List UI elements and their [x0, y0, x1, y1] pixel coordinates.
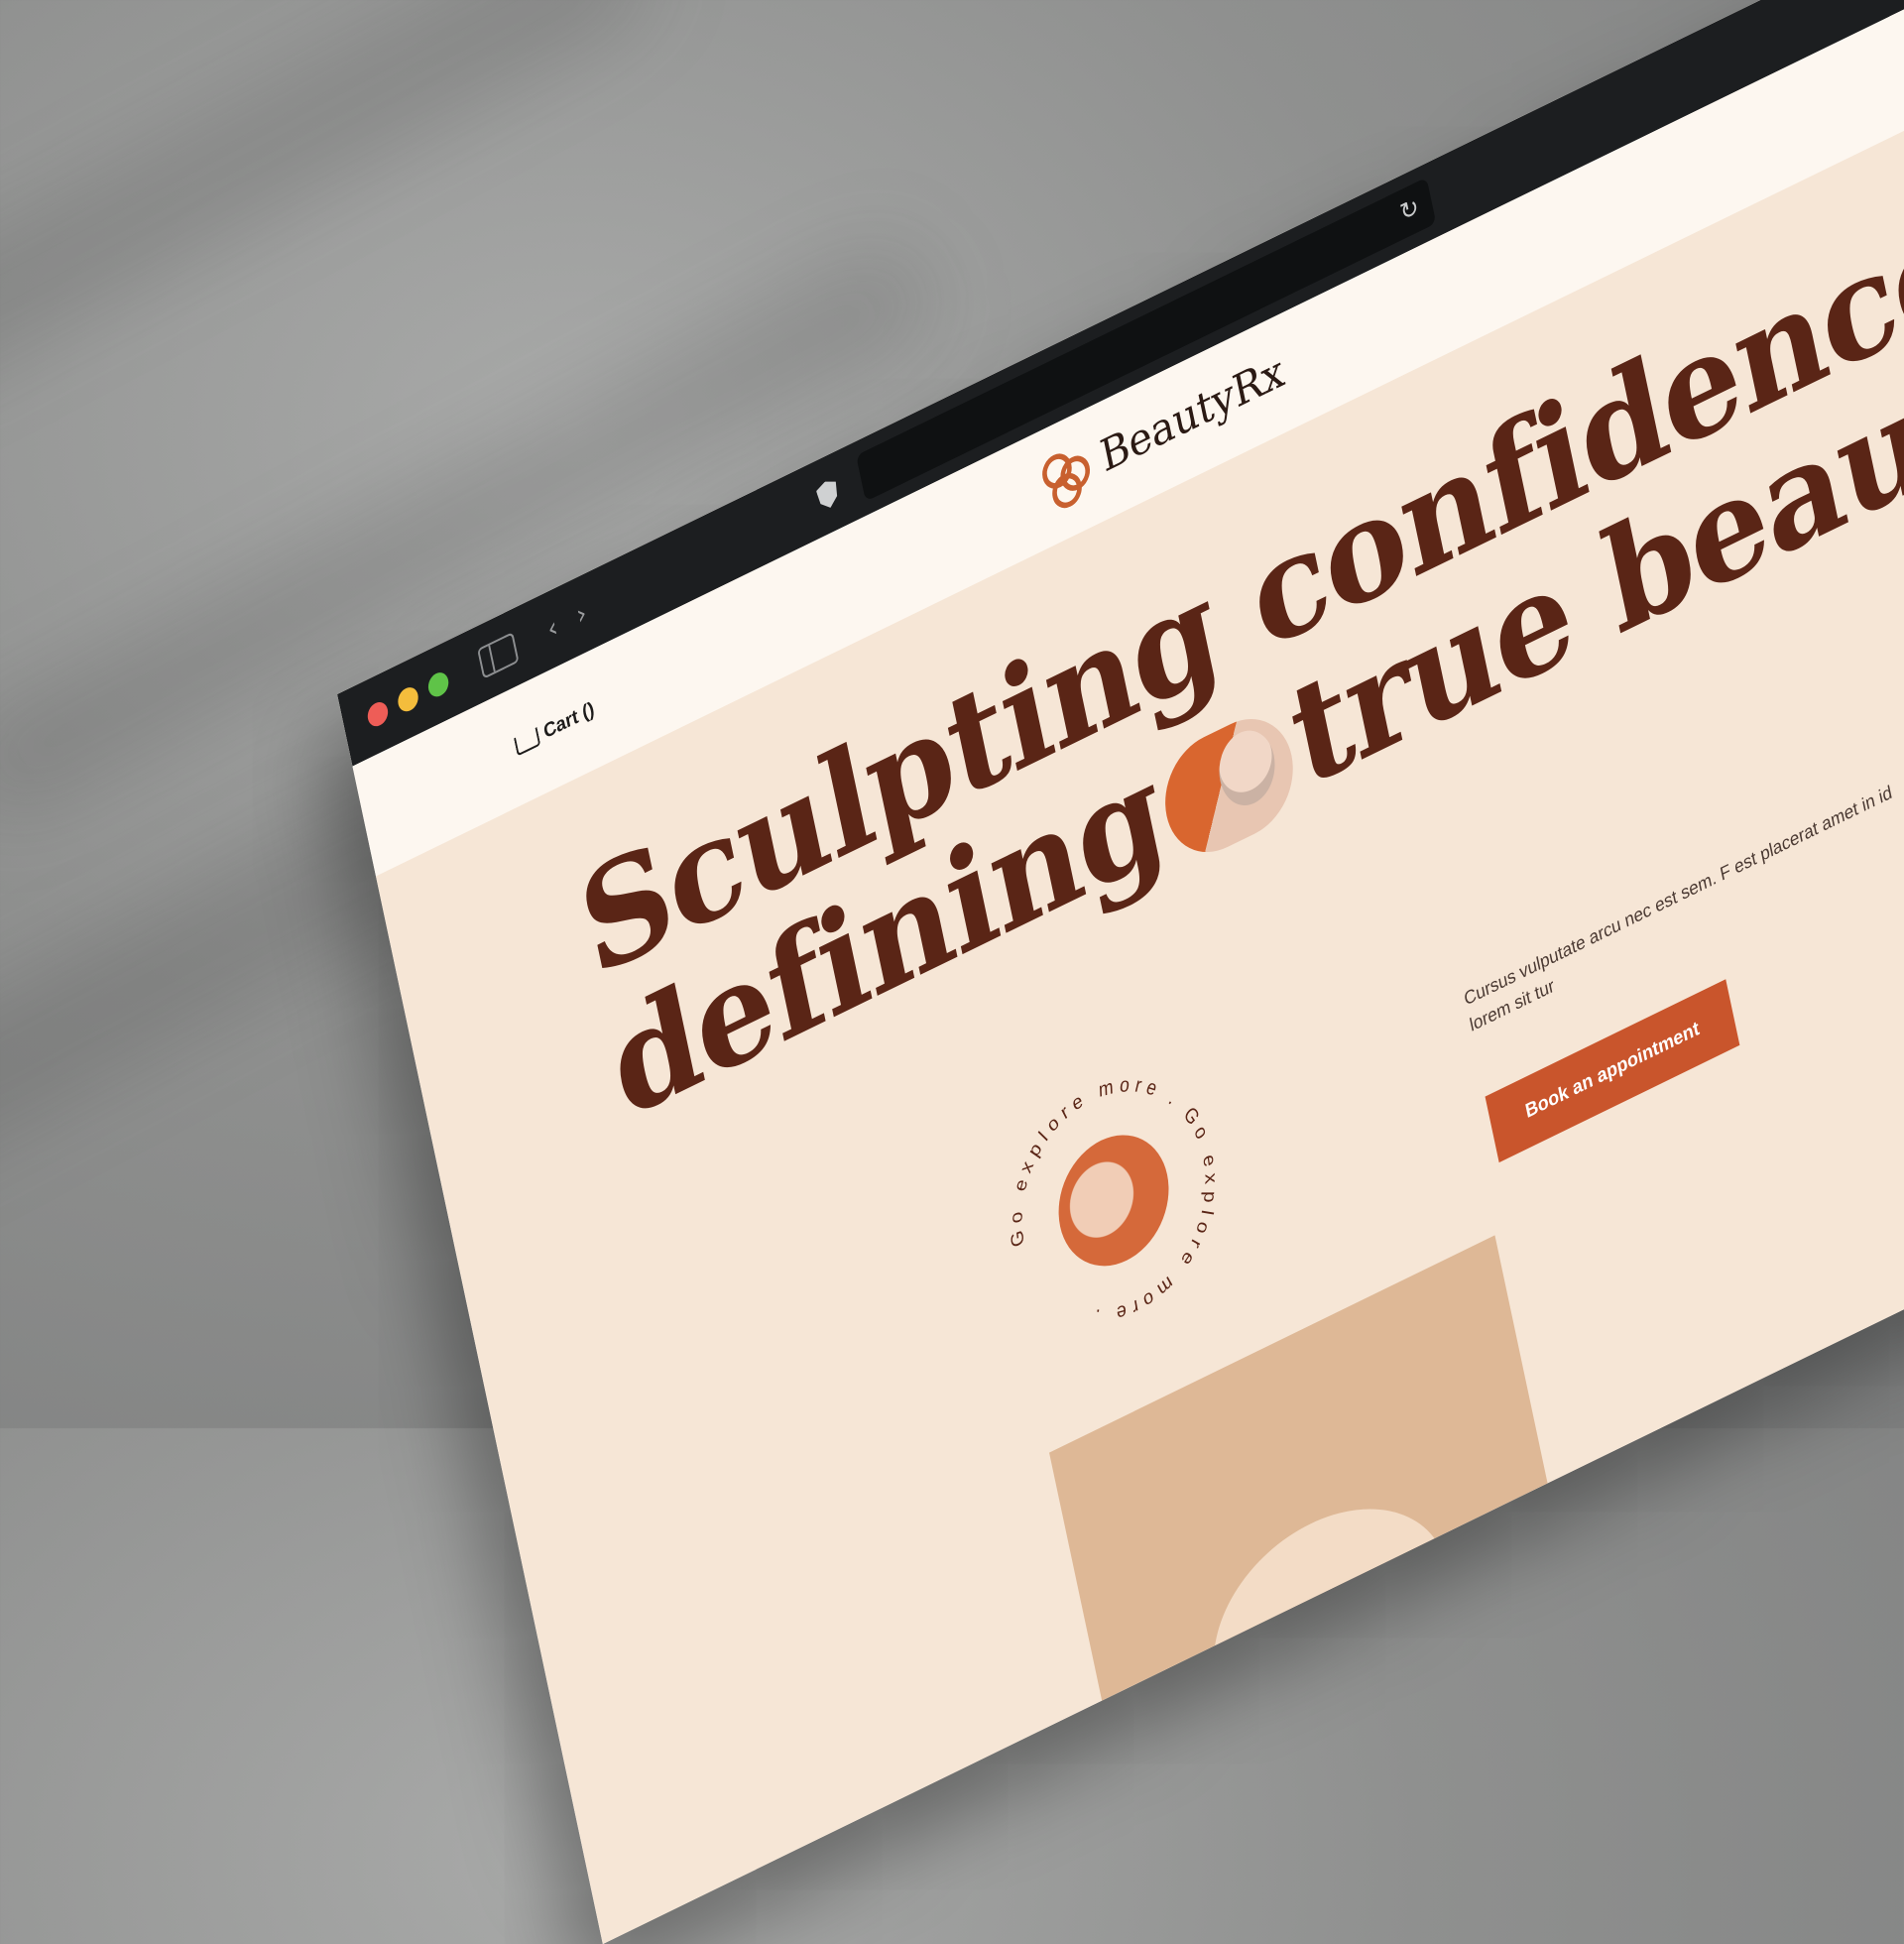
window-controls [365, 668, 451, 730]
logo-mark-icon [1035, 436, 1095, 514]
hero-description: Cursus vulputate arcu nec est sem. F est… [1462, 781, 1894, 1036]
headline-inline-photo [1154, 699, 1304, 872]
background-shadow [0, 0, 670, 422]
minimize-window-button[interactable] [396, 683, 420, 716]
sidebar-icon[interactable] [477, 632, 520, 679]
back-icon[interactable]: ‹ [544, 612, 560, 647]
cart-label: Cart () [541, 697, 597, 744]
zoom-window-button[interactable] [425, 668, 451, 701]
cart-link[interactable]: Cart () [514, 698, 597, 759]
cart-icon [514, 727, 541, 757]
close-window-button[interactable] [365, 698, 391, 730]
shield-icon[interactable] [815, 477, 840, 513]
browser-window: ‹ › ↻ Cart () BeautyRx Sculpting confide… [337, 0, 1904, 1944]
explore-badge[interactable]: Go explore more . Go explore more . [981, 1029, 1246, 1373]
forward-icon[interactable]: › [574, 597, 590, 632]
reload-icon[interactable]: ↻ [1397, 191, 1421, 228]
